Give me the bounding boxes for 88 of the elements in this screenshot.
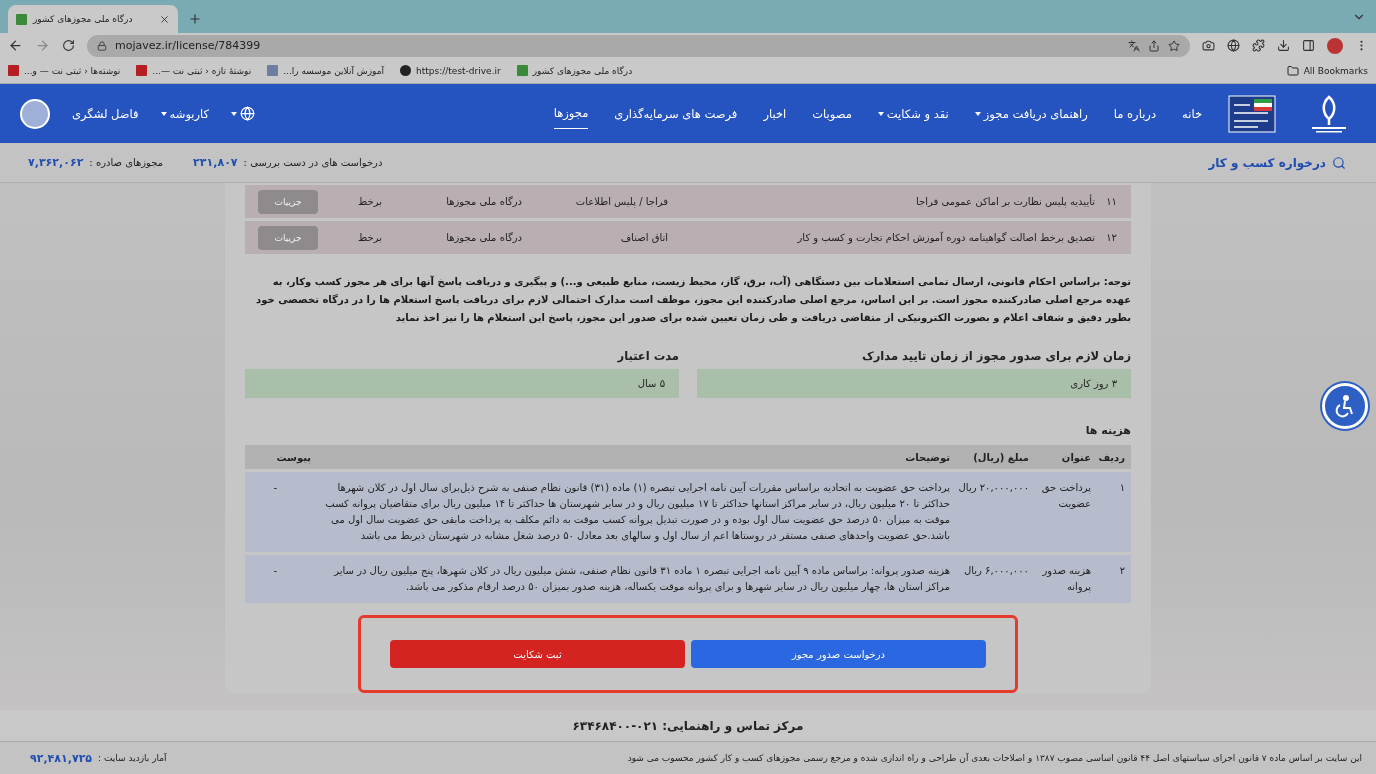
- close-icon[interactable]: [159, 13, 170, 25]
- note-paragraph: توجه: براساس احکام قانونی، ارسال تمامی استعلامات بین دستگاهی (آب، برق، گاز، محیط زیست، منابع طبیعی و...) و پیگیری و دریافت پاسخ آنها برای هر مجوز کسب وکار، به عهده مرجع اصلی صادرکننده مجوز است. بر این اساس، مرجع اصلی صادرکننده این مجوز، موظف است مدارک احتمالی لازم برای دریافت پاسخ استعلام ها را در درگاه تخصصی خود بطور دقیق و شفاف اعلام و بصورت الکترونیکی از متقاضی دریافت و طی زمان تعیین شده برای صدور این مجوز، پاسخ این استعلام ها را نیز اخذ نماید: [255, 274, 1131, 326]
- favicon-icon: [400, 65, 412, 76]
- url-text: mojavez.ir/license/784399: [115, 39, 262, 52]
- accessibility-button[interactable]: [1322, 383, 1368, 429]
- nav-link[interactable]: نقد و شکایت: [877, 84, 949, 143]
- mode-text: برخط: [357, 196, 383, 208]
- lock-icon: [97, 40, 107, 51]
- stat-value: ۲۳۱,۸۰۷: [193, 156, 238, 169]
- duration-label: مدت اعتبار: [616, 349, 679, 364]
- download-icon[interactable]: [1277, 39, 1290, 52]
- cost-description: پرداخت حق عضویت به اتحادیه براساس مقررات آیین نامه اجرایی تبصره (۱) ماده (۳۱) قانون نظام صنفی به شرح ذیل‌برای سال اول در کلان شهرها حداکثر تا ۲۰ میلیون ریال، در سایر مراکز استانها حداکثر تا ۱۷ میلیون ریال و در سایر شهرستان ها حداکثر تا ۱۴ میلیون ریال برای متقاضیان پروانه کسب موقت به میزان ۵۰ درصد حق عضویت سال اول بوده و در صورت تبدیل پروانه کسب موقت به دائم مکلف به پرداخت مابقی حق عضویت سال اول می باشد.حق عضویت واحدهای صنفی مستقر در روستاها اعم از سال اول و سالهای بعد معادل ۵۰ درصد شغل مشابه در شهرستان ذیربط می باشد: [324, 481, 950, 544]
- camera-icon[interactable]: [1202, 39, 1215, 52]
- stat-label: مجوزهای صادره :: [89, 157, 164, 168]
- favicon-icon: [516, 65, 528, 76]
- star-icon[interactable]: [1168, 39, 1180, 52]
- attachment-cell-text: -: [272, 481, 278, 496]
- attachment-cell-text: -: [272, 564, 278, 579]
- search-icon: [1332, 155, 1346, 170]
- folder-icon: [1286, 64, 1299, 77]
- ministry-logo: [1228, 94, 1276, 133]
- back-icon[interactable]: [8, 38, 23, 53]
- nav-link[interactable]: خانه: [1182, 84, 1202, 143]
- duration-value: ۳ روز کاری: [697, 369, 1131, 399]
- stat-label: درخواست های در دست بررسی :: [243, 157, 383, 168]
- column-header: پیوست: [275, 451, 311, 463]
- bookmark-item[interactable]: نوشته‌ها ‹ ثبتی نت — و...: [8, 65, 121, 76]
- side-panel-icon[interactable]: [1302, 39, 1315, 52]
- language-menu[interactable]: [231, 106, 256, 121]
- stat-value: ۷,۳۶۲,۰۶۲: [28, 156, 84, 169]
- footer-statement: این سایت بر اساس ماده ۷ قانون اجرای سیاستهای اصل ۴۴ قانون اساسی مصوب ۱۳۸۷ و اصلاحات بعدی آن طراحی و راه اندازی شده و مرجع رسمی مجوزهای کسب و کار کشور محسوب می شود: [627, 753, 1362, 763]
- cost-title: پرداخت حق عضویت: [1040, 481, 1091, 512]
- column-header: عنوان: [1060, 451, 1091, 463]
- brand-link[interactable]: درخواره کسب و کار: [1208, 155, 1346, 170]
- bookmark-item[interactable]: درگاه ملی مجوزهای کشور: [516, 65, 633, 76]
- row-number: ۲: [1118, 564, 1125, 579]
- new-tab-icon[interactable]: [188, 12, 202, 26]
- action-button[interactable]: ثبت شکایت: [390, 640, 685, 669]
- flag-favicon-icon: [16, 13, 27, 25]
- address-bar[interactable]: mojavez.ir/license/784399: [87, 34, 1190, 57]
- authority-text: اتاق اصناف: [619, 232, 669, 244]
- share-icon[interactable]: [1148, 39, 1160, 52]
- nav-link[interactable]: راهنمای دریافت مجوز: [974, 84, 1088, 143]
- portal-text: درگاه ملی مجوزها: [445, 232, 523, 244]
- cartable-menu[interactable]: کاربوشه: [160, 106, 210, 121]
- cost-description: هزینه صدور پروانه: براساس ماده ۹ آیین نامه اجرایی تبصره ۱ ماده ۳۱ قانون نظام صنفی، شش میلیون ریال در کلان شهرها، پنج میلیون ریال در سایر مراکز استان ها، چهار میلیون ریال در سایر شهرها و برای پروانه موقت یکساله، هزینه صدور بمیزان ۵۰ درصد ارقام مذکور می باشد.: [332, 563, 950, 595]
- favicon-icon: [136, 65, 148, 76]
- authority-text: فراجا / پلیس اطلاعات: [574, 196, 669, 208]
- tab-title: درگاه ملی مجوزهای کشور: [33, 14, 134, 24]
- bookmark-item[interactable]: https://test-drive.ir: [400, 65, 501, 76]
- inquiry-title: تأییدیه پلیس نظارت بر اماکن عمومی فراجا: [915, 196, 1095, 208]
- duration-value: ۵ سال: [245, 369, 679, 399]
- nav-link[interactable]: اخبار: [763, 84, 787, 143]
- contact-text: مرکز تماس و راهنمایی: ۰۲۱-۶۳۴۶۸۴۰۰: [572, 718, 804, 733]
- bookmark-item[interactable]: آموزش آنلاین موسسه را...: [267, 65, 385, 76]
- favicon-icon: [8, 65, 19, 76]
- costs-title: هزینه ها: [1084, 424, 1131, 438]
- translate-icon[interactable]: [1128, 39, 1140, 52]
- mode-text: برخط: [357, 232, 383, 244]
- nav-link[interactable]: مجوزها: [553, 84, 589, 143]
- action-button[interactable]: درخواست صدور مجوز: [691, 640, 986, 669]
- column-header: مبلغ (ریال): [972, 451, 1029, 463]
- bookmarks-folder[interactable]: All Bookmarks: [1286, 64, 1368, 77]
- user-avatar[interactable]: [20, 98, 50, 129]
- row-number: ۱: [1118, 481, 1125, 496]
- duration-label: زمان لازم برای صدور مجوز از زمان تایید مدارک: [860, 349, 1131, 364]
- row-number: ۱۱: [1105, 196, 1118, 208]
- inquiry-title: تصدیق برخط اصالت گواهینامه دوره آموزش احکام تجارت و کسب و کار: [796, 232, 1095, 244]
- column-header: ردیف: [1097, 451, 1125, 463]
- cost-amount: ۶,۰۰۰,۰۰۰ ریال: [962, 564, 1029, 579]
- nav-link[interactable]: مصوبات: [812, 84, 852, 143]
- bookmark-item[interactable]: نوشتهٔ تازه ‹ ثبتی نت —...: [136, 65, 252, 76]
- column-header: توضیحات: [904, 451, 950, 463]
- profile-avatar[interactable]: [1327, 37, 1343, 54]
- user-name[interactable]: فاضل لشگری: [72, 106, 139, 121]
- visits-value: ۹۲,۴۸۱,۷۲۵: [30, 751, 93, 765]
- globe-icon[interactable]: [1227, 39, 1240, 52]
- puzzle-icon[interactable]: [1252, 39, 1265, 52]
- browser-tab[interactable]: درگاه ملی مجوزهای کشور: [8, 5, 178, 33]
- nav-link[interactable]: فرصت های سرمایه‌گذاری: [614, 84, 738, 143]
- cost-amount: ۲۰,۰۰۰,۰۰۰ ریال: [957, 481, 1029, 496]
- favicon-icon: [267, 65, 279, 76]
- visits-label: آمار بازدید سایت :: [98, 753, 167, 763]
- reload-icon[interactable]: [62, 39, 75, 52]
- row-number: ۱۲: [1105, 232, 1118, 244]
- portal-text: درگاه ملی مجوزها: [445, 196, 523, 208]
- nav-link[interactable]: درباره ما: [1113, 84, 1156, 143]
- cost-title: هزینه صدور پروانه: [1041, 564, 1091, 595]
